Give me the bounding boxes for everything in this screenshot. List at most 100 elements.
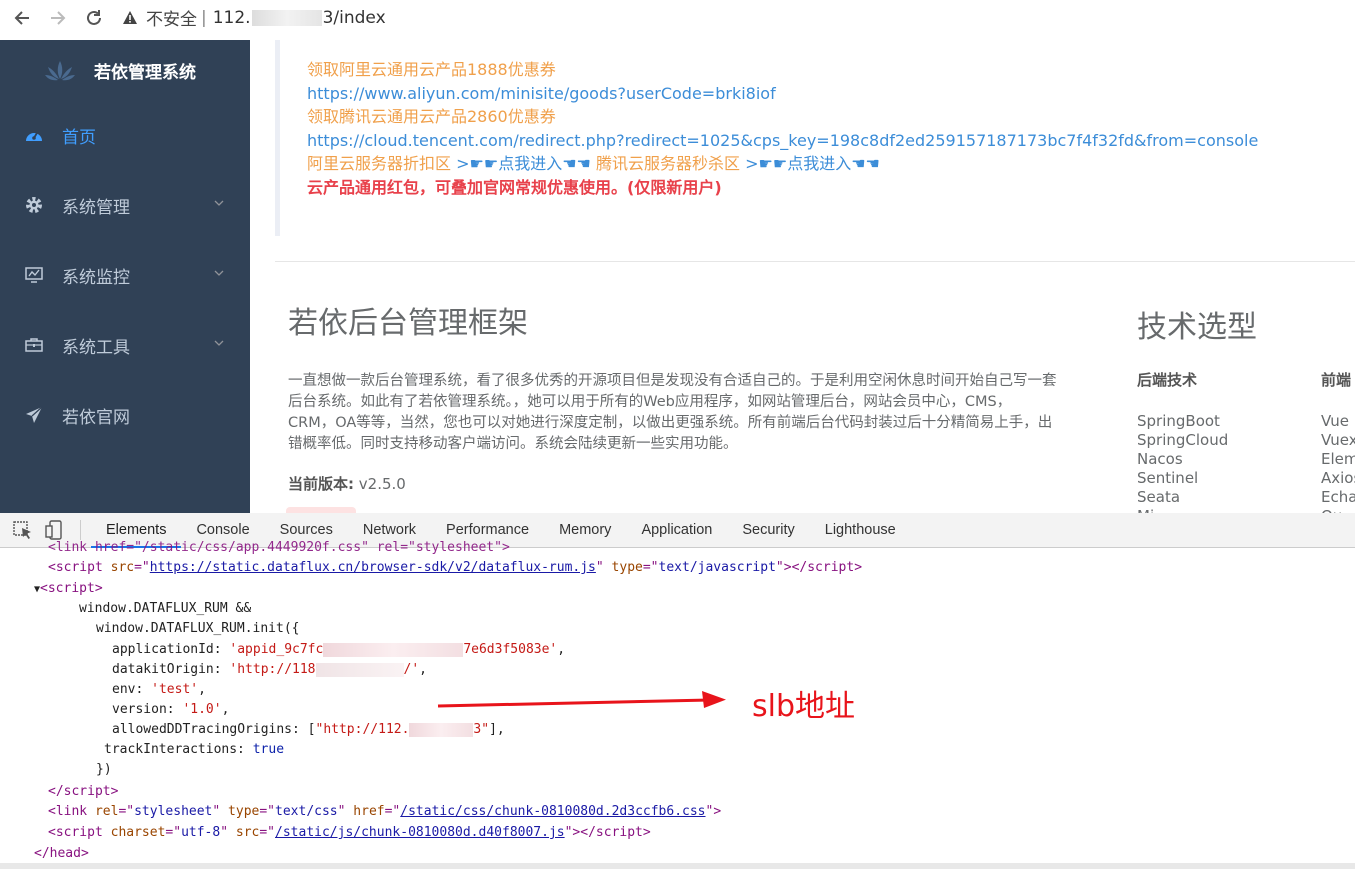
- tab-security[interactable]: Security: [727, 513, 809, 548]
- framework-title: 若依后台管理框架: [288, 306, 528, 341]
- section-divider: [275, 261, 1355, 262]
- chevron-down-icon: [214, 340, 224, 346]
- version-label: 当前版本:: [288, 475, 354, 493]
- code-line-version[interactable]: version: '1.0',: [112, 700, 229, 720]
- sidebar-title: 若依管理系统: [94, 62, 196, 83]
- sdk-type-value: text/javascript: [658, 560, 776, 575]
- sidebar: 若依管理系统 首页 系统管理 系统监控 系统工具 若依官网: [0, 40, 250, 513]
- tech-item: Seata: [1137, 488, 1181, 506]
- tech-item: Axios: [1321, 469, 1355, 487]
- track-key: trackInteractions:: [104, 742, 253, 757]
- datakit-key: datakitOrigin:: [112, 662, 230, 677]
- current-version: 当前版本: v2.5.0: [288, 473, 406, 494]
- reload-button[interactable]: [80, 4, 108, 32]
- tech-item: Elem: [1321, 450, 1355, 468]
- security-label: 不安全: [146, 10, 197, 30]
- horizontal-scrollbar[interactable]: [0, 863, 1355, 869]
- code-line-datakit[interactable]: datakitOrigin: 'http://118/',: [112, 660, 427, 680]
- code-line-window[interactable]: window.DATAFLUX_RUM &&: [79, 599, 251, 619]
- chevron-down-icon: [214, 200, 224, 206]
- promo-aliyun-title: 领取阿里云通用云产品1888优惠券: [307, 60, 556, 79]
- code-line-track[interactable]: trackInteractions: true: [104, 740, 284, 760]
- back-arrow-icon: [14, 10, 29, 25]
- promo-red-text: 云产品通用红包，可叠加官网常规优惠使用。(仅限新用户): [307, 177, 722, 197]
- aliyun-enter-link[interactable]: >☛☛点我进入☚☚: [456, 154, 591, 173]
- js-src-link[interactable]: /static/js/chunk-0810080d.d40f8007.js: [275, 825, 565, 840]
- url-prefix: 112.: [212, 7, 251, 28]
- sidebar-item-system-monitor[interactable]: 系统监控: [0, 240, 250, 310]
- device-toolbar-icon[interactable]: [44, 520, 66, 540]
- tab-memory[interactable]: Memory: [544, 513, 626, 548]
- code-line-init[interactable]: window.DATAFLUX_RUM.init({: [96, 619, 300, 639]
- tab-lighthouse[interactable]: Lighthouse: [810, 513, 911, 548]
- appid-key: applicationId:: [112, 642, 230, 657]
- tech-item: Vue: [1321, 412, 1349, 430]
- code-line-appid[interactable]: applicationId: 'appid_9c7fc 7e6d3f5083e',: [112, 640, 565, 660]
- inspect-element-icon[interactable]: [12, 520, 34, 540]
- toolbox-icon: [24, 335, 44, 355]
- chevron-down-icon: [214, 270, 224, 276]
- code-line-script-open[interactable]: ▼<script>: [34, 579, 103, 599]
- sidebar-item-system-management[interactable]: 系统管理: [0, 170, 250, 240]
- promo-aliyun-link[interactable]: https://www.aliyun.com/minisite/goods?us…: [307, 82, 1355, 106]
- tab-application[interactable]: Application: [626, 513, 727, 548]
- code-line-link-css[interactable]: <link rel="stylesheet" type="text/css" h…: [48, 802, 721, 822]
- frontend-tech-column: 前端 Vue Vuex Elem Axios Echa Qu: [1321, 371, 1355, 513]
- warning-icon: [123, 10, 137, 24]
- sidebar-item-label: 系统监控: [62, 267, 130, 288]
- redacted-datakit: [315, 662, 404, 677]
- code-line-link-partial[interactable]: <link href="/static/css/app.4449920f.css…: [48, 538, 510, 558]
- paper-plane-icon: [24, 405, 44, 425]
- tencent-enter-link[interactable]: >☛☛点我进入☚☚: [745, 154, 880, 173]
- back-button[interactable]: [8, 4, 36, 32]
- devtools-panel: Elements Console Sources Network Perform…: [0, 513, 1355, 869]
- allowed-end: 3": [473, 722, 490, 737]
- promo-notice: 领取阿里云通用云产品1888优惠券 https://www.aliyun.com…: [275, 40, 1355, 236]
- tech-item: SpringCloud: [1137, 431, 1229, 449]
- allowed-start: "http://112.: [315, 722, 410, 737]
- allowed-key: allowedDDTracingOrigins: [: [112, 722, 316, 737]
- redacted-url: [251, 9, 322, 26]
- url-suffix: 3/index: [322, 7, 386, 28]
- code-line-script-sdk[interactable]: <script src="https://static.dataflux.cn/…: [48, 558, 862, 578]
- browser-toolbar: 不安全 | 112. 3/index: [0, 0, 1355, 35]
- gear-icon: [24, 195, 44, 215]
- tech-item: SpringBoot: [1137, 412, 1220, 430]
- frontend-tech-header: 前端: [1321, 371, 1352, 389]
- tech-item: Vuex: [1321, 431, 1355, 449]
- tech-item: Nacos: [1137, 450, 1183, 468]
- code-line-env[interactable]: env: 'test',: [112, 680, 206, 700]
- version-val: '1.0': [182, 702, 222, 717]
- css-href-link[interactable]: /static/css/chunk-0810080d.2d3ccfb6.css: [400, 804, 705, 819]
- monitor-icon: [24, 265, 44, 285]
- logo-icon: [45, 61, 75, 81]
- forward-arrow-icon: [51, 10, 66, 25]
- sidebar-item-ruoyi-site[interactable]: 若依官网: [0, 380, 250, 450]
- tab-separator: [80, 520, 81, 540]
- code-line-close-brace[interactable]: }): [96, 760, 112, 780]
- main-content: 领取阿里云通用云产品1888优惠券 https://www.aliyun.com…: [250, 40, 1355, 513]
- promo-tencent-link[interactable]: https://cloud.tencent.com/redirect.php?r…: [307, 129, 1355, 153]
- address-bar[interactable]: 不安全 | 112. 3/index: [122, 3, 1332, 33]
- backend-tech-header: 后端技术: [1137, 371, 1198, 389]
- promo-server-row: 阿里云服务器折扣区 >☛☛点我进入☚☚ 腾讯云服务器秒杀区 >☛☛点我进入☚☚: [307, 152, 1355, 176]
- code-line-head-close[interactable]: </head>: [34, 844, 89, 864]
- address-separator: |: [201, 7, 207, 28]
- backend-tech-column: 后端技术 SpringBoot SpringCloud Nacos Sentin…: [1137, 371, 1228, 513]
- code-line-allowed[interactable]: allowedDDTracingOrigins: ["http://112. 3"…: [112, 720, 505, 740]
- annotation-arrow: [437, 691, 726, 708]
- framework-description: 一直想做一款后台管理系统，看了很多优秀的开源项目但是发现没有合适自己的。于是利用…: [288, 373, 1057, 452]
- code-line-script-close[interactable]: </script>: [48, 782, 118, 802]
- tencent-flash-label: 腾讯云服务器秒杀区: [596, 154, 741, 173]
- appid-start: 'appid_9c7fc: [229, 642, 324, 657]
- sidebar-item-label: 若依官网: [62, 407, 130, 428]
- sidebar-item-home[interactable]: 首页: [0, 100, 250, 170]
- sidebar-item-system-tools[interactable]: 系统工具: [0, 310, 250, 380]
- sdk-src-link[interactable]: https://static.dataflux.cn/browser-sdk/v…: [150, 560, 596, 575]
- datakit-start: 'http://118: [229, 662, 316, 677]
- env-key: env:: [112, 682, 152, 697]
- sidebar-logo[interactable]: 若依管理系统: [0, 40, 250, 100]
- promo-tencent-title: 领取腾讯云通用云产品2860优惠券: [307, 107, 556, 126]
- code-line-script-chunk[interactable]: <script charset="utf-8" src="/static/js/…: [48, 823, 651, 843]
- forward-button[interactable]: [44, 4, 72, 32]
